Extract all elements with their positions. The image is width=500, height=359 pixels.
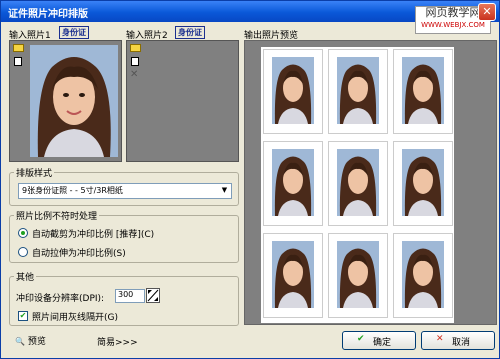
dpi-picker-button[interactable] bbox=[146, 288, 160, 303]
other-options-group: 其他 冲印设备分辨率(DPI): 300 ✔ 照片间用灰线隔开(G) bbox=[9, 270, 239, 326]
preview-photo-cell bbox=[263, 233, 323, 318]
delete-icon[interactable]: ✕ bbox=[130, 69, 138, 80]
preview-photo-cell bbox=[393, 49, 453, 134]
folder-icon[interactable] bbox=[130, 44, 141, 52]
input1-tag: 身份证 bbox=[59, 26, 89, 39]
watermark-line2: WWW.WEBJX.COM bbox=[421, 21, 485, 29]
preview-photo bbox=[337, 149, 379, 216]
new-file-icon[interactable] bbox=[131, 57, 139, 66]
dpi-picker-icon bbox=[147, 289, 159, 302]
dpi-input[interactable]: 300 bbox=[115, 289, 145, 303]
cross-icon: ✕ bbox=[436, 334, 444, 344]
ratio-stretch-radio[interactable] bbox=[18, 247, 28, 257]
ratio-stretch-label[interactable]: 自动拉伸为冲印比例(S) bbox=[32, 246, 126, 259]
preview-label: 预览 bbox=[27, 337, 46, 347]
layout-style-select[interactable]: 9张身份证照 - - 5寸/3R相纸 ▼ bbox=[18, 183, 232, 199]
new-file-icon[interactable] bbox=[14, 57, 22, 66]
preview-photo-cell bbox=[263, 141, 323, 226]
gray-line-checkbox[interactable]: ✔ bbox=[18, 311, 28, 321]
radio-selected-dot bbox=[21, 231, 25, 235]
ratio-crop-radio[interactable] bbox=[18, 228, 28, 238]
ratio-handling-group: 照片比例不符时处理 自动截剪为冲印比例 [推荐](C) 自动拉伸为冲印比例(S) bbox=[9, 209, 239, 263]
preview-photo bbox=[337, 241, 379, 308]
ok-label: 确定 bbox=[373, 338, 392, 348]
simple-mode-link[interactable]: 简易>>> bbox=[97, 335, 138, 348]
preview-photo-cell bbox=[328, 233, 388, 318]
gray-line-label[interactable]: 照片间用灰线隔开(G) bbox=[32, 310, 118, 323]
input1-photo bbox=[30, 45, 118, 157]
dpi-value: 300 bbox=[118, 290, 134, 299]
input2-tag: 身份证 bbox=[175, 26, 205, 39]
check-icon: ✔ bbox=[357, 334, 365, 344]
ok-button[interactable]: ✔ 确定 bbox=[342, 331, 416, 350]
photo-print-dialog: 证件照片冲印排版 网页教学网 WWW.WEBJX.COM 输入照片1 身份证 输… bbox=[0, 0, 500, 359]
close-icon[interactable]: ✕ bbox=[478, 3, 496, 21]
input2-photo-area[interactable]: ✕ bbox=[126, 40, 239, 162]
preview-button[interactable]: 🔍 预览 bbox=[15, 334, 46, 347]
cancel-label: 取消 bbox=[452, 338, 471, 348]
preview-photo bbox=[272, 241, 314, 308]
chevron-down-icon[interactable]: ▼ bbox=[219, 185, 230, 196]
preview-photo-cell bbox=[393, 233, 453, 318]
cancel-button[interactable]: ✕ 取消 bbox=[421, 331, 495, 350]
layout-style-value: 9张身份证照 - - 5寸/3R相纸 bbox=[22, 186, 123, 195]
preview-photo bbox=[402, 149, 444, 216]
output-preview-area bbox=[244, 40, 497, 325]
preview-photo-cell bbox=[328, 141, 388, 226]
window-title: 证件照片冲印排版 bbox=[8, 9, 88, 20]
layout-style-title: 排版样式 bbox=[14, 166, 55, 179]
preview-photo-cell bbox=[263, 49, 323, 134]
print-paper bbox=[261, 47, 454, 323]
other-options-title: 其他 bbox=[14, 270, 37, 283]
preview-photo bbox=[402, 57, 444, 124]
folder-icon[interactable] bbox=[13, 44, 24, 52]
ratio-handling-title: 照片比例不符时处理 bbox=[14, 209, 100, 222]
preview-photo bbox=[272, 57, 314, 124]
ratio-crop-label[interactable]: 自动截剪为冲印比例 [推荐](C) bbox=[32, 227, 154, 240]
search-icon: 🔍 bbox=[15, 337, 25, 346]
input1-photo-area[interactable] bbox=[9, 40, 122, 162]
layout-style-group: 排版样式 9张身份证照 - - 5寸/3R相纸 ▼ bbox=[9, 166, 239, 206]
preview-photo bbox=[272, 149, 314, 216]
preview-photo bbox=[337, 57, 379, 124]
preview-photo-cell bbox=[328, 49, 388, 134]
preview-photo bbox=[402, 241, 444, 308]
preview-photo-cell bbox=[393, 141, 453, 226]
dpi-label: 冲印设备分辨率(DPI): bbox=[16, 294, 105, 304]
